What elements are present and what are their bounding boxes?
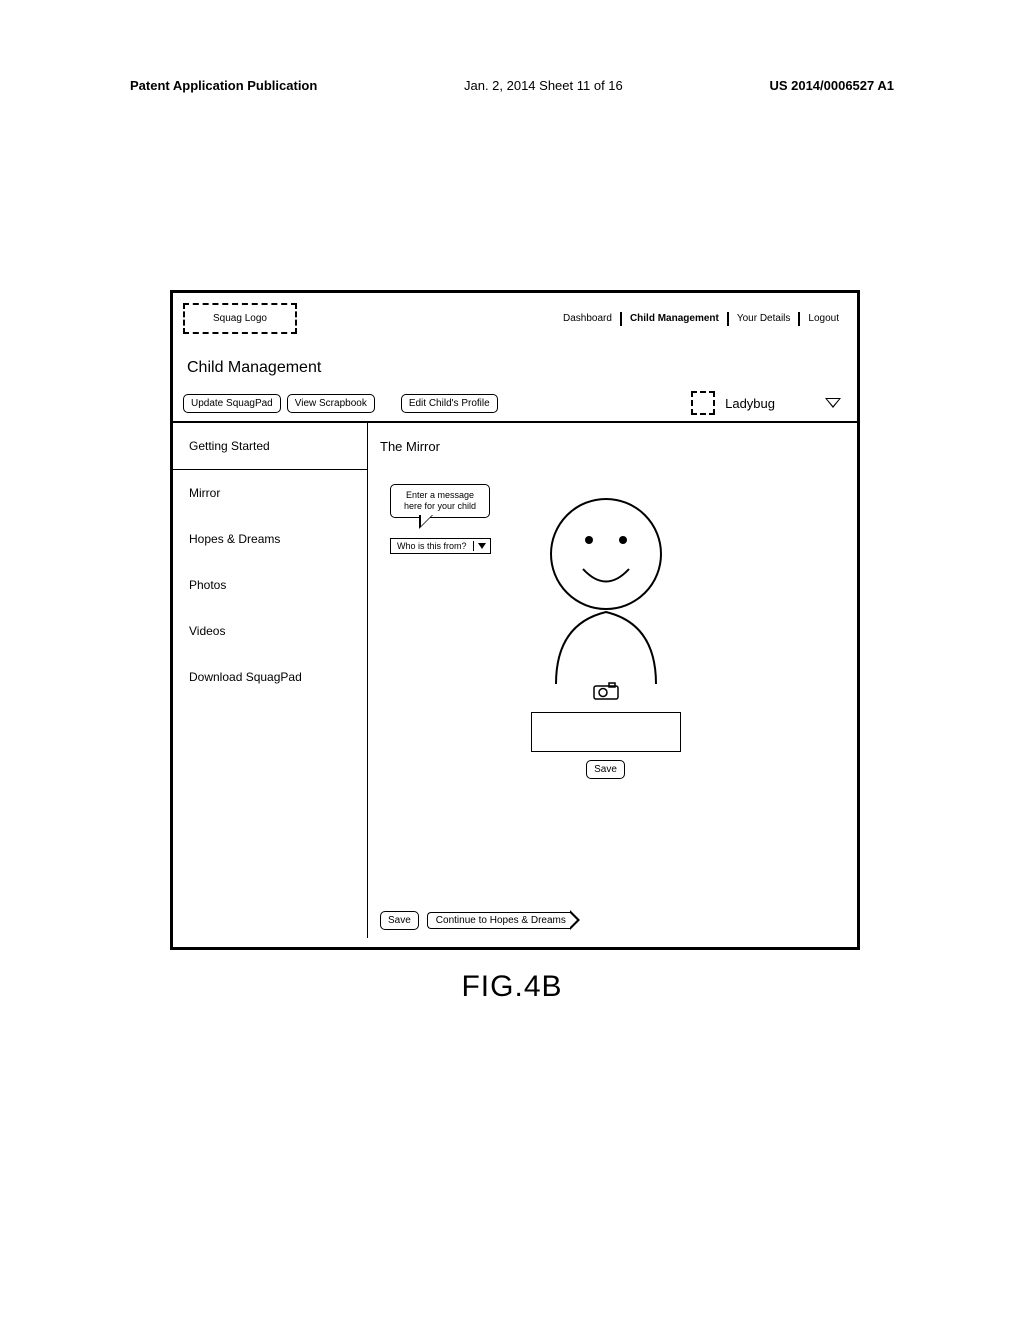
view-scrapbook-button[interactable]: View Scrapbook — [287, 394, 375, 413]
from-dropdown-label: Who is this from? — [391, 539, 473, 553]
camera-icon — [593, 682, 619, 700]
message-column: Enter a message here for your child Who … — [390, 484, 491, 554]
logo-text: Squag Logo — [213, 313, 267, 324]
child-selector[interactable]: Ladybug — [691, 391, 847, 415]
arrow-right-icon — [570, 910, 580, 930]
avatar-placeholder-icon — [691, 391, 715, 415]
chevron-down-icon — [473, 541, 490, 551]
bubble-line2: here for your child — [404, 501, 476, 511]
edit-child-profile-button[interactable]: Edit Child's Profile — [401, 394, 498, 413]
document-header: Patent Application Publication Jan. 2, 2… — [0, 0, 1024, 103]
page-title: Child Management — [173, 339, 857, 385]
toolbar: Update SquagPad View Scrapbook Edit Chil… — [173, 385, 857, 423]
chevron-down-icon[interactable] — [825, 398, 841, 408]
mirror-editor: Enter a message here for your child Who … — [390, 484, 845, 779]
logo-placeholder: Squag Logo — [183, 303, 297, 334]
sidebar: Getting Started Mirror Hopes & Dreams Ph… — [173, 423, 368, 938]
nav-child-management[interactable]: Child Management — [622, 313, 727, 324]
main-panel: The Mirror Enter a message here for your… — [368, 423, 857, 938]
message-input-bubble[interactable]: Enter a message here for your child — [390, 484, 490, 518]
publication-number: US 2014/0006527 A1 — [769, 78, 894, 93]
sidebar-item-photos[interactable]: Photos — [173, 562, 367, 608]
figure-label: FIG.4B — [0, 970, 1024, 1004]
save-button[interactable]: Save — [380, 911, 419, 930]
sheet-label: Jan. 2, 2014 Sheet 11 of 16 — [464, 78, 623, 93]
nav-your-details[interactable]: Your Details — [729, 313, 799, 324]
publication-label: Patent Application Publication — [130, 78, 317, 93]
sidebar-item-videos[interactable]: Videos — [173, 608, 367, 654]
sidebar-item-download-squagpad[interactable]: Download SquagPad — [173, 654, 367, 700]
avatar-figure-icon — [521, 484, 691, 684]
update-squagpad-button[interactable]: Update SquagPad — [183, 394, 281, 413]
bubble-line1: Enter a message — [406, 490, 474, 500]
avatar-column: Save — [521, 484, 691, 779]
sidebar-item-hopes-dreams[interactable]: Hopes & Dreams — [173, 516, 367, 562]
save-caption-button[interactable]: Save — [586, 760, 625, 779]
nav-dashboard[interactable]: Dashboard — [555, 313, 620, 324]
content-area: Getting Started Mirror Hopes & Dreams Ph… — [173, 423, 857, 938]
selected-child-name: Ladybug — [725, 396, 775, 411]
caption-input[interactable] — [531, 712, 681, 752]
top-bar: Squag Logo Dashboard Child Management Yo… — [173, 293, 857, 339]
continue-button[interactable]: Continue to Hopes & Dreams — [427, 910, 580, 930]
continue-button-label: Continue to Hopes & Dreams — [427, 912, 570, 929]
app-window: Squag Logo Dashboard Child Management Yo… — [170, 290, 860, 950]
from-dropdown[interactable]: Who is this from? — [390, 538, 491, 554]
sidebar-item-mirror[interactable]: Mirror — [173, 470, 367, 516]
section-heading: The Mirror — [380, 439, 845, 454]
top-nav: Dashboard Child Management Your Details … — [555, 312, 847, 326]
nav-logout[interactable]: Logout — [800, 313, 847, 324]
camera-button[interactable] — [593, 682, 619, 700]
sidebar-item-getting-started[interactable]: Getting Started — [173, 423, 367, 470]
bottom-actions: Save Continue to Hopes & Dreams — [380, 910, 845, 930]
